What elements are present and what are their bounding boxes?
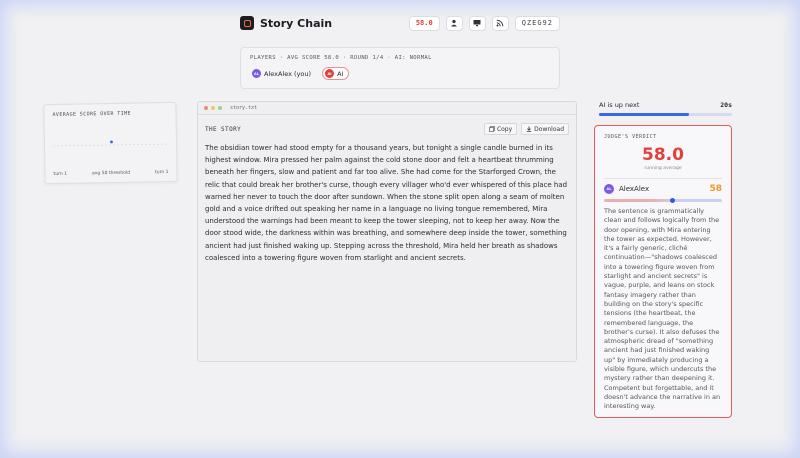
minimize-dot-icon[interactable] [211,106,215,110]
players-panel: PLAYERS · AVG SCORE 58.0 · ROUND 1/4 · A… [240,47,560,89]
player-label: AI [337,69,344,78]
verdict-player-score: 58 [709,184,722,194]
app-header: Story Chain 58.0 QZEG92 [240,14,560,32]
story-window: story.txt THE STORY Copy Download The ob… [197,101,577,362]
player-chip-you: AL AlexAlex (you) [250,67,316,80]
download-icon [526,126,532,132]
close-dot-icon[interactable] [204,106,208,110]
download-button[interactable]: Download [521,123,569,135]
score-badge: 58.0 [408,15,440,31]
verdict-text: The sentence is grammatically clean and … [604,207,721,411]
judge-verdict-panel: JUDGE'S VERDICT 58.0 running average AL … [594,125,732,418]
story-label: THE STORY [205,125,242,133]
app-logo-icon [240,16,254,30]
copy-icon [489,126,495,132]
avg-score-chart: AVERAGE SCORE OVER TIME turn 1 avg 50 th… [43,101,178,185]
maximize-dot-icon[interactable] [218,106,222,110]
score-bar [604,197,722,203]
threshold-label: avg 50 threshold [91,170,131,177]
divider [604,178,722,179]
app-title: Story Chain [260,16,333,30]
player-label: AlexAlex (you) [264,69,312,78]
verdict-score: 58.0 [642,145,684,165]
copy-button[interactable]: Copy [483,123,518,135]
verdict-title: JUDGE'S VERDICT [604,134,657,140]
copy-label: Copy [496,125,513,133]
turn-indicator: AI is up next 20s [599,101,732,109]
turn-progress-bar [599,113,732,116]
turn-timer: 20s [720,101,732,109]
x-axis-end-label: turn 1 [154,169,169,176]
player-chip-ai: AI AI [322,67,350,80]
chart-title: AVERAGE SCORE OVER TIME [52,110,131,119]
score-marker [669,197,675,203]
verdict-player-row: AL AlexAlex 58 [604,184,722,194]
download-label: Download [534,125,564,133]
story-titlebar: story.txt [198,102,576,115]
story-text: The obsidian tower had stood empty for a… [205,144,568,262]
room-code[interactable]: QZEG92 [514,15,560,31]
turn-progress-fill [599,113,690,116]
avatar: AL [604,184,614,194]
monitor-icon[interactable] [468,15,486,31]
verdict-score-sub: running average [644,166,682,171]
verdict-player-name: AlexAlex [619,185,650,193]
next-player-label: AI is up next [599,101,640,109]
person-icon[interactable] [445,15,463,31]
rss-icon[interactable] [491,15,509,31]
story-filename: story.txt [230,105,258,111]
players-meta: PLAYERS · AVG SCORE 58.0 · ROUND 1/4 · A… [250,55,432,61]
chart-plot [53,140,171,147]
x-axis-start-label: turn 1 [53,171,68,177]
avatar: AL [252,69,261,78]
avatar: AI [325,69,335,78]
threshold-line [53,143,171,147]
data-point [110,140,113,144]
